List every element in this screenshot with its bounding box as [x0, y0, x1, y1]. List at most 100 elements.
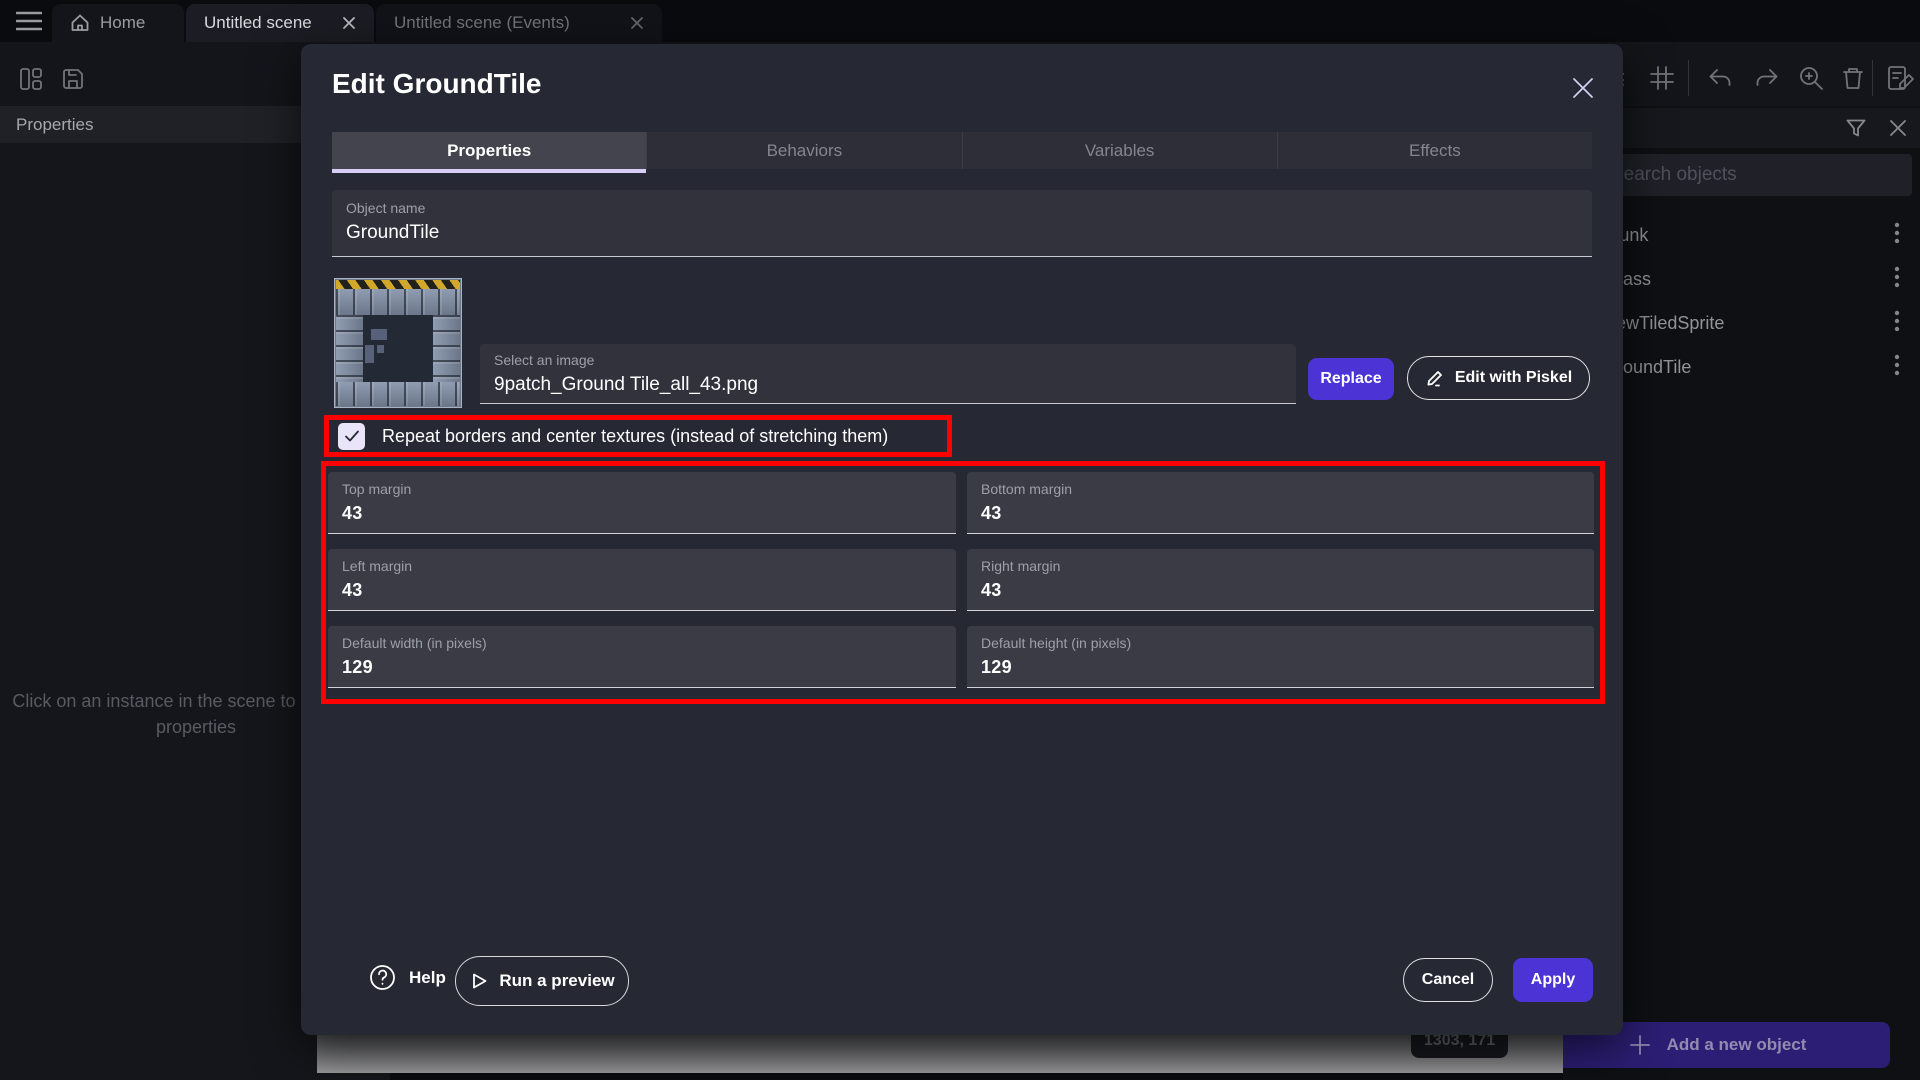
repeat-borders-checkbox[interactable] — [338, 423, 365, 450]
tab-label: Untitled scene — [204, 13, 312, 33]
top-margin-field[interactable]: Top margin 43 — [328, 472, 956, 534]
tab-untitled-scene-events[interactable]: Untitled scene (Events) — [376, 4, 662, 42]
open-panels-icon[interactable] — [18, 66, 44, 92]
close-tab-icon[interactable] — [630, 16, 644, 30]
toolbar-divider — [1688, 60, 1689, 96]
select-image-field[interactable]: Select an image 9patch_Ground Tile_all_4… — [480, 344, 1296, 404]
button-label: Apply — [1531, 971, 1575, 989]
tab-label: Variables — [1085, 141, 1155, 161]
field-label: Top margin — [328, 472, 956, 497]
field-value: 129 — [328, 651, 956, 678]
gdevelop-app: Home Untitled scene Untitled scene (Even… — [0, 0, 1920, 1080]
edit-object-dialog: Edit GroundTile Properties Behaviors Var… — [301, 44, 1623, 1035]
plus-icon — [1629, 1034, 1651, 1056]
top-tab-bar: Home Untitled scene Untitled scene (Even… — [0, 0, 1920, 42]
grid-icon[interactable] — [1648, 64, 1676, 92]
tab-properties[interactable]: Properties — [332, 132, 646, 169]
tab-untitled-scene[interactable]: Untitled scene — [186, 4, 374, 42]
close-dialog-icon[interactable] — [1569, 74, 1597, 102]
run-preview-button[interactable]: Run a preview — [455, 956, 629, 1006]
add-object-label: Add a new object — [1667, 1035, 1807, 1055]
scene-canvas-edge — [317, 1035, 1563, 1073]
close-tab-icon[interactable] — [342, 16, 356, 30]
pencil-icon — [1425, 368, 1445, 388]
object-row-grass[interactable]: Grass — [1597, 257, 1912, 301]
redo-icon[interactable] — [1753, 64, 1781, 92]
stone-border-left — [336, 315, 363, 382]
field-value: GroundTile — [332, 216, 1592, 244]
field-value: 129 — [967, 651, 1594, 678]
right-margin-field[interactable]: Right margin 43 — [967, 549, 1594, 611]
button-label: Replace — [1320, 370, 1381, 388]
tab-label: Untitled scene (Events) — [394, 13, 570, 33]
search-objects-box — [1597, 154, 1912, 196]
tab-home[interactable]: Home — [52, 4, 184, 42]
main-menu-icon[interactable] — [16, 11, 42, 31]
tab-effects[interactable]: Effects — [1277, 132, 1592, 169]
dialog-title: Edit GroundTile — [332, 68, 541, 100]
stone-border-bottom — [336, 382, 460, 406]
kebab-menu-icon[interactable] — [1894, 354, 1900, 381]
save-icon[interactable] — [60, 66, 86, 92]
tab-behaviors[interactable]: Behaviors — [646, 132, 961, 169]
tile-image-thumbnail[interactable] — [334, 278, 462, 408]
button-label: Run a preview — [499, 971, 614, 991]
object-row-newtiledsprite[interactable]: NewTiledSprite — [1597, 301, 1912, 345]
field-value: 9patch_Ground Tile_all_43.png — [480, 368, 1296, 396]
field-value: 43 — [967, 497, 1594, 524]
object-row-groundtile[interactable]: GroundTile — [1597, 345, 1912, 389]
kebab-menu-icon[interactable] — [1894, 222, 1900, 249]
zoom-in-icon[interactable] — [1797, 64, 1825, 92]
field-label: Object name — [332, 190, 1592, 216]
tile-center — [363, 315, 433, 382]
tab-variables[interactable]: Variables — [962, 132, 1277, 169]
tab-label: Properties — [447, 141, 531, 161]
search-objects-input[interactable] — [1597, 154, 1912, 196]
play-icon — [469, 971, 489, 991]
object-name-field[interactable]: Object name GroundTile — [332, 190, 1592, 257]
field-label: Select an image — [480, 344, 1296, 368]
filter-icon[interactable] — [1845, 117, 1867, 139]
trash-icon[interactable] — [1839, 64, 1867, 92]
button-label: Edit with Piskel — [1455, 369, 1572, 387]
nine-patch-margins-highlight: Top margin 43 Bottom margin 43 Left marg… — [321, 461, 1605, 704]
home-icon — [70, 13, 90, 33]
button-label: Cancel — [1422, 971, 1474, 989]
panel-title: Properties — [16, 115, 93, 135]
tab-label: Home — [100, 13, 145, 33]
left-margin-field[interactable]: Left margin 43 — [328, 549, 956, 611]
hazard-stripe — [336, 280, 460, 289]
help-label: Help — [409, 968, 446, 988]
tab-label: Effects — [1409, 141, 1461, 161]
cancel-button[interactable]: Cancel — [1403, 958, 1493, 1002]
field-label: Default height (in pixels) — [967, 626, 1594, 651]
field-value: 43 — [328, 574, 956, 601]
default-height-field[interactable]: Default height (in pixels) 129 — [967, 626, 1594, 688]
default-width-field[interactable]: Default width (in pixels) 129 — [328, 626, 956, 688]
dialog-tab-strip: Properties Behaviors Variables Effects — [332, 132, 1592, 169]
apply-button[interactable]: Apply — [1513, 958, 1593, 1002]
field-label: Default width (in pixels) — [328, 626, 956, 651]
undo-icon[interactable] — [1706, 64, 1734, 92]
replace-image-button[interactable]: Replace — [1308, 358, 1394, 400]
help-icon — [369, 964, 396, 991]
edit-with-piskel-button[interactable]: Edit with Piskel — [1407, 356, 1590, 400]
stone-border-top — [336, 289, 460, 315]
object-row-trunk[interactable]: Trunk — [1597, 213, 1912, 257]
kebab-menu-icon[interactable] — [1894, 310, 1900, 337]
help-button[interactable]: Help — [369, 964, 446, 991]
repeat-borders-row-highlight: Repeat borders and center textures (inst… — [324, 415, 952, 457]
field-label: Bottom margin — [967, 472, 1594, 497]
field-value: 43 — [967, 574, 1594, 601]
edit-events-icon[interactable] — [1886, 64, 1916, 92]
field-label: Left margin — [328, 549, 956, 574]
close-panel-icon[interactable] — [1887, 117, 1909, 139]
tab-label: Behaviors — [767, 141, 843, 161]
bottom-margin-field[interactable]: Bottom margin 43 — [967, 472, 1594, 534]
stone-border-right — [433, 315, 460, 382]
checkbox-label: Repeat borders and center textures (inst… — [382, 426, 888, 447]
kebab-menu-icon[interactable] — [1894, 266, 1900, 293]
field-label: Right margin — [967, 549, 1594, 574]
field-value: 43 — [328, 497, 956, 524]
toolbar-divider — [1872, 60, 1873, 96]
